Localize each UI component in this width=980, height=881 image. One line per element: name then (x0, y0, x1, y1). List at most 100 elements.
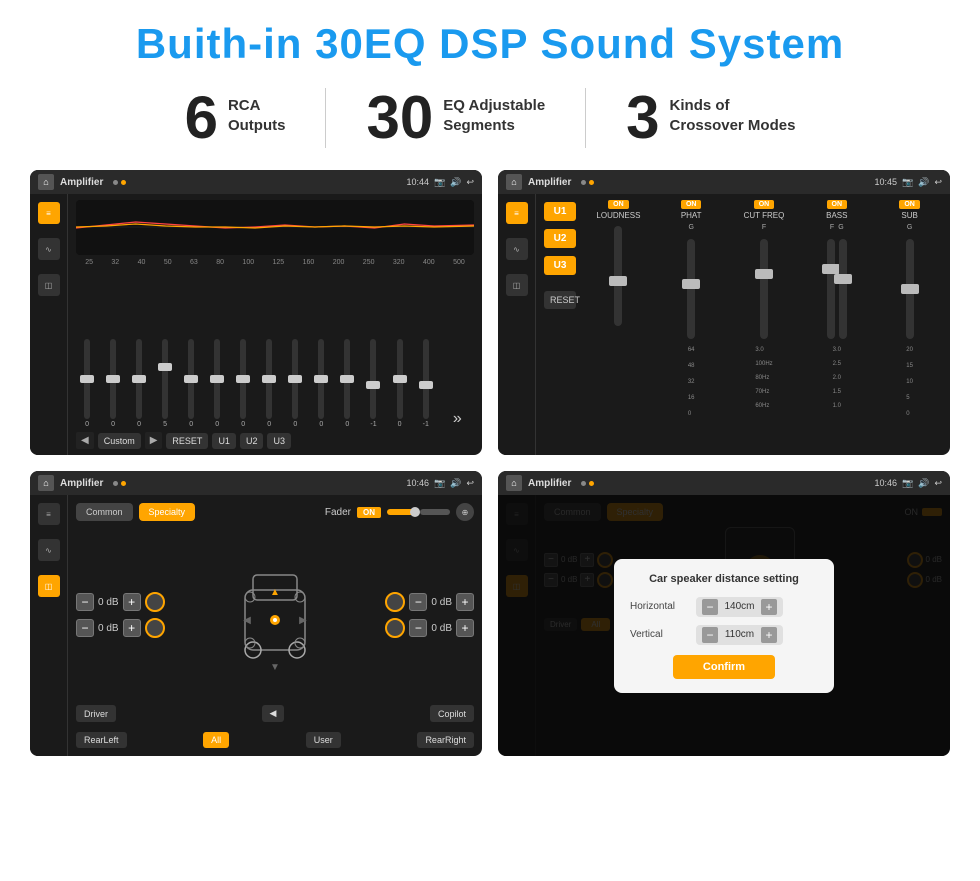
speaker-fl (145, 592, 165, 612)
stat-eq: 30 EQ Adjustable Segments (326, 88, 586, 148)
ch-bass-slider-f[interactable] (827, 239, 835, 339)
ch-bass-on: ON (827, 200, 848, 209)
eq-prev-btn[interactable]: ◀ (76, 432, 94, 449)
vol-rl-minus[interactable]: − (76, 619, 94, 637)
confirm-button[interactable]: Confirm (673, 655, 775, 679)
u3-button[interactable]: U3 (544, 256, 576, 275)
vol-rl-value: 0 dB (98, 623, 119, 634)
fader-main-screen: ≡ ∿ ◫ Common Specialty Fader ON (30, 495, 482, 756)
horizontal-plus-btn[interactable]: + (761, 599, 777, 615)
home-icon-1[interactable]: ⌂ (38, 174, 54, 190)
back-icon-4[interactable]: ↩ (934, 478, 942, 489)
home-icon-4[interactable]: ⌂ (506, 475, 522, 491)
home-icon-2[interactable]: ⌂ (506, 174, 522, 190)
back-icon-2[interactable]: ↩ (934, 177, 942, 188)
ch-bass-slider-g[interactable] (839, 239, 847, 339)
fader-filter-icon[interactable]: ≡ (38, 503, 60, 525)
rearleft-btn[interactable]: RearLeft (76, 732, 127, 748)
eq-slider-13: -1 (423, 339, 429, 428)
stat-number-crossover: 3 (626, 88, 659, 148)
camera-icon-1: 📷 (434, 177, 445, 188)
vol-rl-plus[interactable]: + (123, 619, 141, 637)
stat-label-rca-2: Outputs (228, 116, 286, 136)
ch-phat-slider[interactable] (687, 239, 695, 339)
vol-fr-minus[interactable]: − (409, 593, 427, 611)
app-name-3: Amplifier (60, 478, 103, 489)
ch-loudness-slider[interactable] (614, 226, 622, 326)
back-icon-3[interactable]: ↩ (466, 478, 474, 489)
wave-icon[interactable]: ∿ (38, 238, 60, 260)
vertical-plus-btn[interactable]: + (761, 627, 777, 643)
speaker-rr (385, 618, 405, 638)
vol-fl-minus[interactable]: − (76, 593, 94, 611)
vertical-minus-btn[interactable]: − (702, 627, 718, 643)
screen-dsp: ⌂ Amplifier 10:45 📷 🔊 ↩ ≡ ∿ ◫ (498, 170, 950, 455)
eq-next-btn[interactable]: ▶ (145, 432, 163, 449)
fader-controls-area: Common Specialty Fader ON (68, 495, 482, 756)
ch-cutfreq-slider[interactable] (760, 239, 768, 339)
ch-sub-slider[interactable] (906, 239, 914, 339)
u1-button[interactable]: U1 (544, 202, 576, 221)
dsp-reset-btn[interactable]: RESET (544, 291, 576, 309)
driver-btn[interactable]: Driver (76, 705, 116, 722)
stat-label-crossover-2: Crossover Modes (670, 116, 796, 136)
eq-filter-icon[interactable]: ≡ (38, 202, 60, 224)
speaker-rl (145, 618, 165, 638)
svg-text:▶: ▶ (299, 615, 307, 626)
eq-slider-6: 0 (240, 339, 246, 428)
dialog-vertical-stepper: − 110cm + (696, 625, 783, 645)
expand-arrow[interactable]: » (449, 410, 466, 428)
user-btn[interactable]: User (306, 732, 341, 748)
eq-bottom-bar: ◀ Custom ▶ RESET U1 U2 U3 (76, 432, 474, 449)
dsp-speaker-icon[interactable]: ◫ (506, 274, 528, 296)
tab-common[interactable]: Common (76, 503, 133, 521)
eq-slider-4: 0 (188, 339, 194, 428)
dot-4 (589, 180, 594, 185)
fader-wave-icon[interactable]: ∿ (38, 539, 60, 561)
copilot-btn[interactable]: Copilot (430, 705, 474, 722)
fader-h-slider[interactable] (387, 509, 417, 515)
eq-u3-btn[interactable]: U3 (267, 433, 291, 449)
dsp-sidebar: ≡ ∿ ◫ (498, 194, 536, 455)
back-icon-1[interactable]: ↩ (466, 177, 474, 188)
vol-fl-plus[interactable]: + (123, 593, 141, 611)
eq-slider-8: 0 (292, 339, 298, 428)
eq-slider-9: 0 (318, 339, 324, 428)
horizontal-minus-btn[interactable]: − (702, 599, 718, 615)
eq-reset-btn[interactable]: RESET (166, 433, 208, 449)
status-right-4: 10:46 📷 🔊 ↩ (874, 478, 942, 489)
tab-specialty[interactable]: Specialty (139, 503, 196, 521)
status-right-2: 10:45 📷 🔊 ↩ (874, 177, 942, 188)
fader-expand-icon[interactable]: ⊕ (456, 503, 474, 521)
fader-label: Fader (325, 507, 351, 518)
dsp-wave-icon[interactable]: ∿ (506, 238, 528, 260)
eq-slider-0: 0 (84, 339, 90, 428)
ch-loudness-on: ON (608, 200, 629, 209)
speaker-icon-sidebar[interactable]: ◫ (38, 274, 60, 296)
vol-rr-minus[interactable]: − (409, 619, 427, 637)
ch-phat-name: PHAT (681, 211, 702, 220)
fader-h-slider2[interactable] (420, 509, 450, 515)
eq-graph (76, 200, 474, 255)
rearright-btn[interactable]: RearRight (417, 732, 474, 748)
home-icon-3[interactable]: ⌂ (38, 475, 54, 491)
ch-cutfreq-name: CUT FREQ (744, 211, 785, 220)
vol-rr-plus[interactable]: + (456, 619, 474, 637)
eq-u1-btn[interactable]: U1 (212, 433, 236, 449)
dot-8 (589, 481, 594, 486)
vol-fr-plus[interactable]: + (456, 593, 474, 611)
camera-icon-3: 📷 (434, 478, 445, 489)
fader-left-arrow[interactable]: ◀ (262, 705, 285, 722)
fader-speaker-icon[interactable]: ◫ (38, 575, 60, 597)
u2-button[interactable]: U2 (544, 229, 576, 248)
status-bar-2: ⌂ Amplifier 10:45 📷 🔊 ↩ (498, 170, 950, 194)
eq-u2-btn[interactable]: U2 (240, 433, 264, 449)
eq-preset-custom[interactable]: Custom (98, 433, 141, 449)
ch-loudness-name: LOUDNESS (596, 211, 640, 220)
ch-bass-name: BASS (826, 211, 847, 220)
status-bar-1: ⌂ Amplifier 10:44 📷 🔊 ↩ (30, 170, 482, 194)
dsp-filter-icon[interactable]: ≡ (506, 202, 528, 224)
all-btn[interactable]: All (203, 732, 229, 748)
vol-fr-value: 0 dB (431, 597, 452, 608)
app-name-2: Amplifier (528, 177, 571, 188)
